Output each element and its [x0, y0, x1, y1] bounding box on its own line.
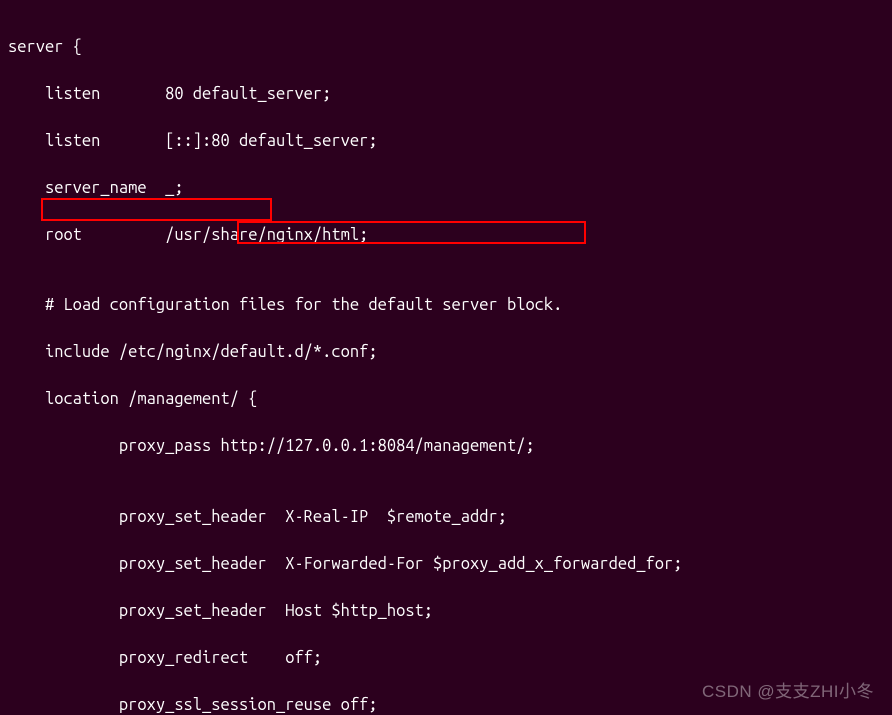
code-line: root /usr/share/nginx/html;: [8, 224, 880, 248]
code-line: listen [::]:80 default_server;: [8, 130, 880, 154]
code-line: # Load configuration files for the defau…: [8, 294, 880, 318]
code-line: listen 80 default_server;: [8, 83, 880, 107]
code-line: proxy_set_header X-Real-IP $remote_addr;: [8, 506, 880, 530]
code-line: proxy_pass http://127.0.0.1:8084/managem…: [8, 435, 880, 459]
nginx-config-code: server { listen 80 default_server; liste…: [0, 0, 892, 715]
highlight-box-location: [41, 198, 272, 221]
code-line: proxy_set_header Host $http_host;: [8, 600, 880, 624]
code-line: location /management/ {: [8, 388, 880, 412]
code-line: server_name _;: [8, 177, 880, 201]
code-line: proxy_redirect off;: [8, 647, 880, 671]
code-line: server {: [8, 36, 880, 60]
csdn-watermark: CSDN @支支ZHI小冬: [702, 680, 874, 704]
code-line: include /etc/nginx/default.d/*.conf;: [8, 341, 880, 365]
code-line: proxy_set_header X-Forwarded-For $proxy_…: [8, 553, 880, 577]
